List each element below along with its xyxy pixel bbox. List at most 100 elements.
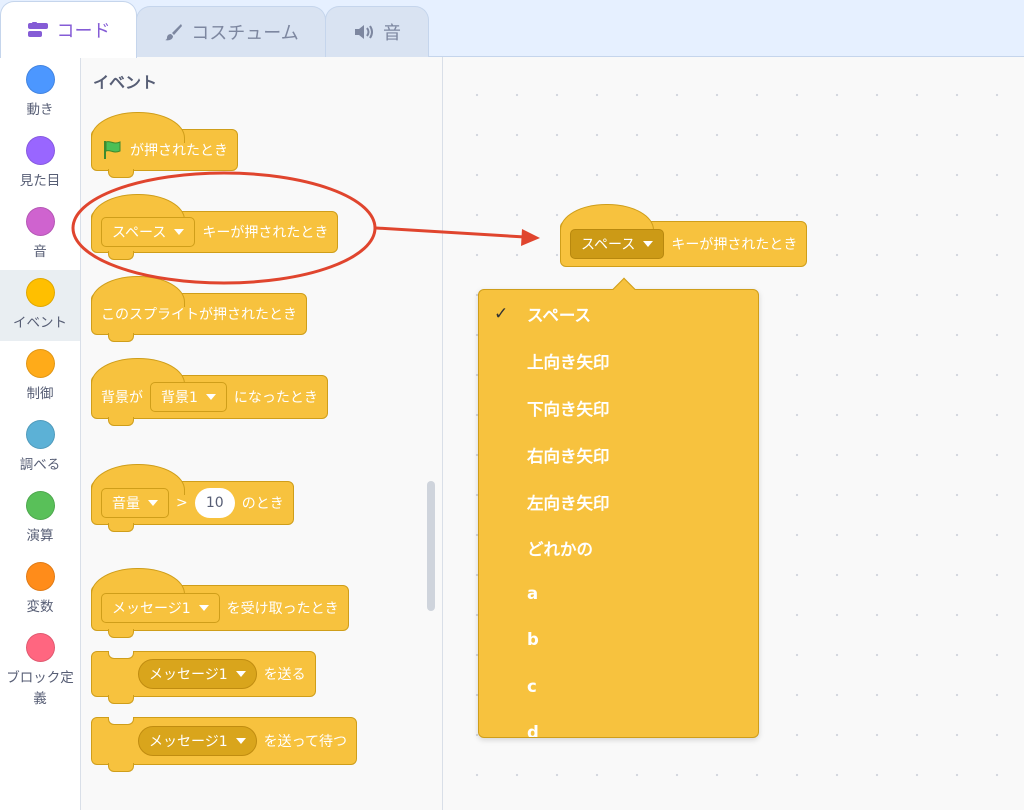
dropdown-value: 音量 <box>112 496 140 512</box>
category-sensing[interactable]: 調べる <box>0 412 80 483</box>
menu-option-down-arrow[interactable]: 下向き矢印 <box>479 388 758 428</box>
when-flag-clicked-block[interactable]: が押されたとき <box>91 112 238 178</box>
category-dot-icon <box>25 136 55 165</box>
menu-option-label: 左向き矢印 <box>527 494 610 513</box>
key-options-menu: ✓ スペース 上向き矢印 下向き矢印 右向き矢印 左向き矢印 どれかの a b … <box>478 289 759 738</box>
sensor-dropdown[interactable]: 音量 <box>101 488 169 518</box>
category-label: 動き <box>26 102 54 118</box>
block-palette: イベント が押されたとき スペース キーが押されたとき このスプライトが押された… <box>81 57 443 810</box>
category-motion[interactable]: 動き <box>0 57 80 128</box>
caret-down-icon <box>148 500 158 506</box>
dropdown-value: スペース <box>112 225 167 241</box>
when-backdrop-switches-block[interactable]: 背景が 背景1 になったとき <box>91 358 328 426</box>
broadcast-and-wait-block[interactable]: メッセージ1 を送って待つ <box>91 717 357 772</box>
category-label: 音 <box>33 244 47 260</box>
when-loudness-greater-block[interactable]: 音量 > 10 のとき <box>91 464 294 532</box>
editor-tab-bar: コード コスチューム 音 <box>0 0 1024 58</box>
category-operators[interactable]: 演算 <box>0 483 80 554</box>
block-text: キーが押されたとき <box>671 237 798 253</box>
menu-option-label: 右向き矢印 <box>527 447 610 466</box>
category-sound[interactable]: 音 <box>0 199 80 270</box>
category-label: 変数 <box>26 599 54 615</box>
palette-title: イベント <box>93 73 158 92</box>
block-text: 背景が <box>101 390 143 406</box>
category-looks[interactable]: 見た目 <box>0 128 80 199</box>
tab-sounds[interactable]: 音 <box>325 6 429 57</box>
menu-option-d[interactable]: d <box>479 712 758 738</box>
menu-option-label: b <box>527 629 539 649</box>
category-events[interactable]: イベント <box>0 270 80 341</box>
block-text: になったとき <box>233 390 318 406</box>
menu-option-space[interactable]: ✓ スペース <box>479 294 758 334</box>
backdrop-dropdown[interactable]: 背景1 <box>150 382 227 412</box>
block-text: を送る <box>263 667 306 683</box>
menu-option-up-arrow[interactable]: 上向き矢印 <box>479 341 758 381</box>
menu-option-label: 下向き矢印 <box>527 400 610 419</box>
message-dropdown[interactable]: メッセージ1 <box>138 659 257 689</box>
when-key-pressed-block[interactable]: スペース キーが押されたとき <box>91 194 339 260</box>
key-dropdown[interactable]: スペース <box>101 217 196 247</box>
green-flag-icon <box>101 139 123 161</box>
category-dot-icon <box>25 278 55 307</box>
category-variables[interactable]: 変数 <box>0 554 80 625</box>
code-icon <box>27 21 49 39</box>
message-dropdown[interactable]: メッセージ1 <box>138 726 257 756</box>
broadcast-block[interactable]: メッセージ1 を送る <box>91 651 316 704</box>
category-control[interactable]: 制御 <box>0 341 80 412</box>
tab-code[interactable]: コード <box>0 1 137 58</box>
menu-option-label: a <box>527 583 539 603</box>
block-text: を送って待つ <box>263 734 347 750</box>
menu-option-label: スペース <box>527 306 592 325</box>
menu-option-label: d <box>527 722 539 738</box>
caret-down-icon <box>198 605 209 611</box>
category-menu: 動き 見た目 音 イベント 制御 調べる 演算 変数 ブロック定義 <box>0 57 81 810</box>
palette-scrollbar[interactable] <box>427 481 435 611</box>
message-dropdown[interactable]: メッセージ1 <box>101 593 220 623</box>
dropdown-value: スペース <box>581 237 636 253</box>
dropdown-value: メッセージ1 <box>149 734 228 750</box>
category-label: ブロック定義 <box>6 670 74 707</box>
menu-option-b[interactable]: b <box>479 619 758 659</box>
category-label: 制御 <box>26 386 54 402</box>
operator-text: > <box>176 495 188 511</box>
caret-down-icon <box>235 738 246 744</box>
block-text: このスプライトが押されたとき <box>101 307 297 323</box>
category-dot-icon <box>25 491 55 520</box>
brush-icon <box>163 22 183 42</box>
caret-down-icon <box>205 394 216 400</box>
category-dot-icon <box>25 633 55 662</box>
menu-option-any[interactable]: どれかの <box>479 528 758 568</box>
block-text: が押されたとき <box>130 143 228 159</box>
category-label: イベント <box>13 315 67 331</box>
category-dot-icon <box>25 65 55 94</box>
category-my-blocks[interactable]: ブロック定義 <box>0 625 80 711</box>
category-dot-icon <box>25 562 55 591</box>
menu-option-label: どれかの <box>527 540 593 559</box>
menu-option-label: 上向き矢印 <box>527 353 610 372</box>
dropdown-value: 背景1 <box>161 390 198 406</box>
category-dot-icon <box>25 420 55 449</box>
category-dot-icon <box>25 349 55 378</box>
dropdown-value: メッセージ1 <box>149 667 228 683</box>
workspace-when-key-pressed-block[interactable]: スペース キーが押されたとき <box>560 204 808 267</box>
block-text: を受け取ったとき <box>226 601 339 617</box>
when-sprite-clicked-block[interactable]: このスプライトが押されたとき <box>91 276 307 342</box>
caret-down-icon <box>174 229 185 235</box>
tab-label: コスチューム <box>191 23 299 44</box>
menu-option-left-arrow[interactable]: 左向き矢印 <box>479 482 758 522</box>
checkmark-icon: ✓ <box>494 304 509 324</box>
threshold-input[interactable]: 10 <box>194 488 235 518</box>
tab-label: コード <box>56 21 111 42</box>
speaker-icon <box>353 23 375 41</box>
key-dropdown-open[interactable]: スペース <box>570 229 665 259</box>
menu-option-c[interactable]: c <box>479 666 758 706</box>
category-label: 見た目 <box>19 173 61 189</box>
caret-down-icon <box>643 241 654 247</box>
when-receive-block[interactable]: メッセージ1 を受け取ったとき <box>91 568 349 638</box>
menu-option-right-arrow[interactable]: 右向き矢印 <box>479 435 758 475</box>
caret-down-icon <box>235 671 246 677</box>
category-dot-icon <box>25 207 55 236</box>
menu-option-a[interactable]: a <box>479 573 758 613</box>
tab-costumes[interactable]: コスチューム <box>136 6 326 57</box>
tab-label: 音 <box>383 23 401 44</box>
